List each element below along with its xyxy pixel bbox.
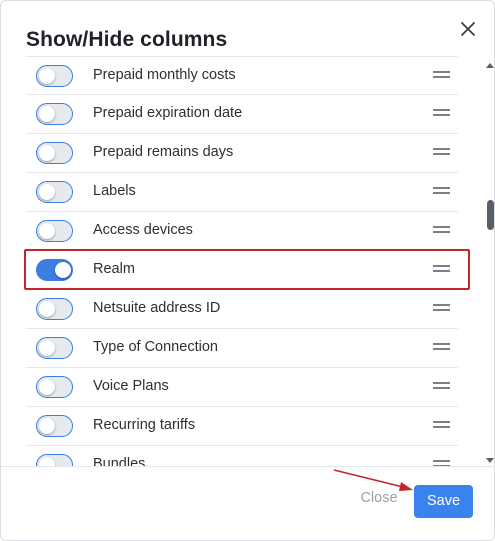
dialog-footer: Close Save [1, 466, 494, 540]
column-toggle[interactable] [36, 454, 73, 466]
column-toggle[interactable] [36, 337, 73, 359]
column-label: Access devices [93, 222, 193, 238]
list-item: Labels [26, 173, 458, 212]
column-label: Type of Connection [93, 339, 218, 355]
list-item: Prepaid expiration date [26, 95, 458, 134]
column-toggle[interactable] [36, 142, 73, 164]
close-button[interactable]: Close [353, 490, 405, 512]
save-button[interactable]: Save [414, 485, 473, 518]
column-label: Prepaid monthly costs [93, 67, 236, 83]
list-item: Prepaid monthly costs [26, 56, 458, 95]
column-toggle[interactable] [36, 298, 73, 320]
drag-handle-icon[interactable] [433, 343, 450, 353]
column-label: Prepaid remains days [93, 144, 234, 160]
scroll-thumb[interactable] [487, 200, 494, 230]
list-item: Prepaid remains days [26, 134, 458, 173]
drag-handle-icon[interactable] [433, 71, 450, 81]
column-toggle[interactable] [36, 415, 73, 437]
columns-list: Prepaid monthly costs Prepaid expiration… [1, 56, 484, 466]
list-item: Voice Plans [26, 368, 458, 407]
column-toggle[interactable] [36, 220, 73, 242]
drag-handle-icon[interactable] [433, 304, 450, 314]
list-item: Netsuite address ID [26, 290, 458, 329]
list-item: Recurring tariffs [26, 407, 458, 446]
column-label: Prepaid expiration date [93, 105, 243, 121]
list-item: Access devices [26, 212, 458, 251]
column-toggle[interactable] [36, 376, 73, 398]
dialog-title: Show/Hide columns [26, 28, 228, 51]
scroll-up-icon[interactable] [485, 58, 494, 68]
drag-handle-icon[interactable] [433, 148, 450, 158]
column-label: Labels [93, 183, 136, 199]
scroll-down-icon[interactable] [485, 452, 494, 463]
drag-handle-icon[interactable] [433, 421, 450, 431]
list-item: Type of Connection [26, 329, 458, 368]
drag-handle-icon[interactable] [433, 187, 450, 197]
list-item: Bundles [26, 446, 458, 466]
close-icon[interactable] [457, 18, 479, 40]
column-toggle[interactable] [36, 181, 73, 203]
column-toggle[interactable] [36, 259, 73, 281]
column-label: Voice Plans [93, 378, 169, 394]
scrollbar[interactable] [484, 56, 494, 466]
drag-handle-icon[interactable] [433, 109, 450, 119]
column-label: Recurring tariffs [93, 417, 196, 433]
column-label: Netsuite address ID [93, 300, 221, 316]
drag-handle-icon[interactable] [433, 382, 450, 392]
column-label: Bundles [93, 456, 146, 466]
show-hide-columns-dialog: Show/Hide columns Prepaid monthly costs … [0, 0, 495, 541]
column-label: Realm [93, 261, 135, 277]
column-toggle[interactable] [36, 103, 73, 125]
drag-handle-icon[interactable] [433, 226, 450, 236]
drag-handle-icon[interactable] [433, 265, 450, 275]
list-item: Realm [26, 251, 458, 290]
column-toggle[interactable] [36, 65, 73, 87]
